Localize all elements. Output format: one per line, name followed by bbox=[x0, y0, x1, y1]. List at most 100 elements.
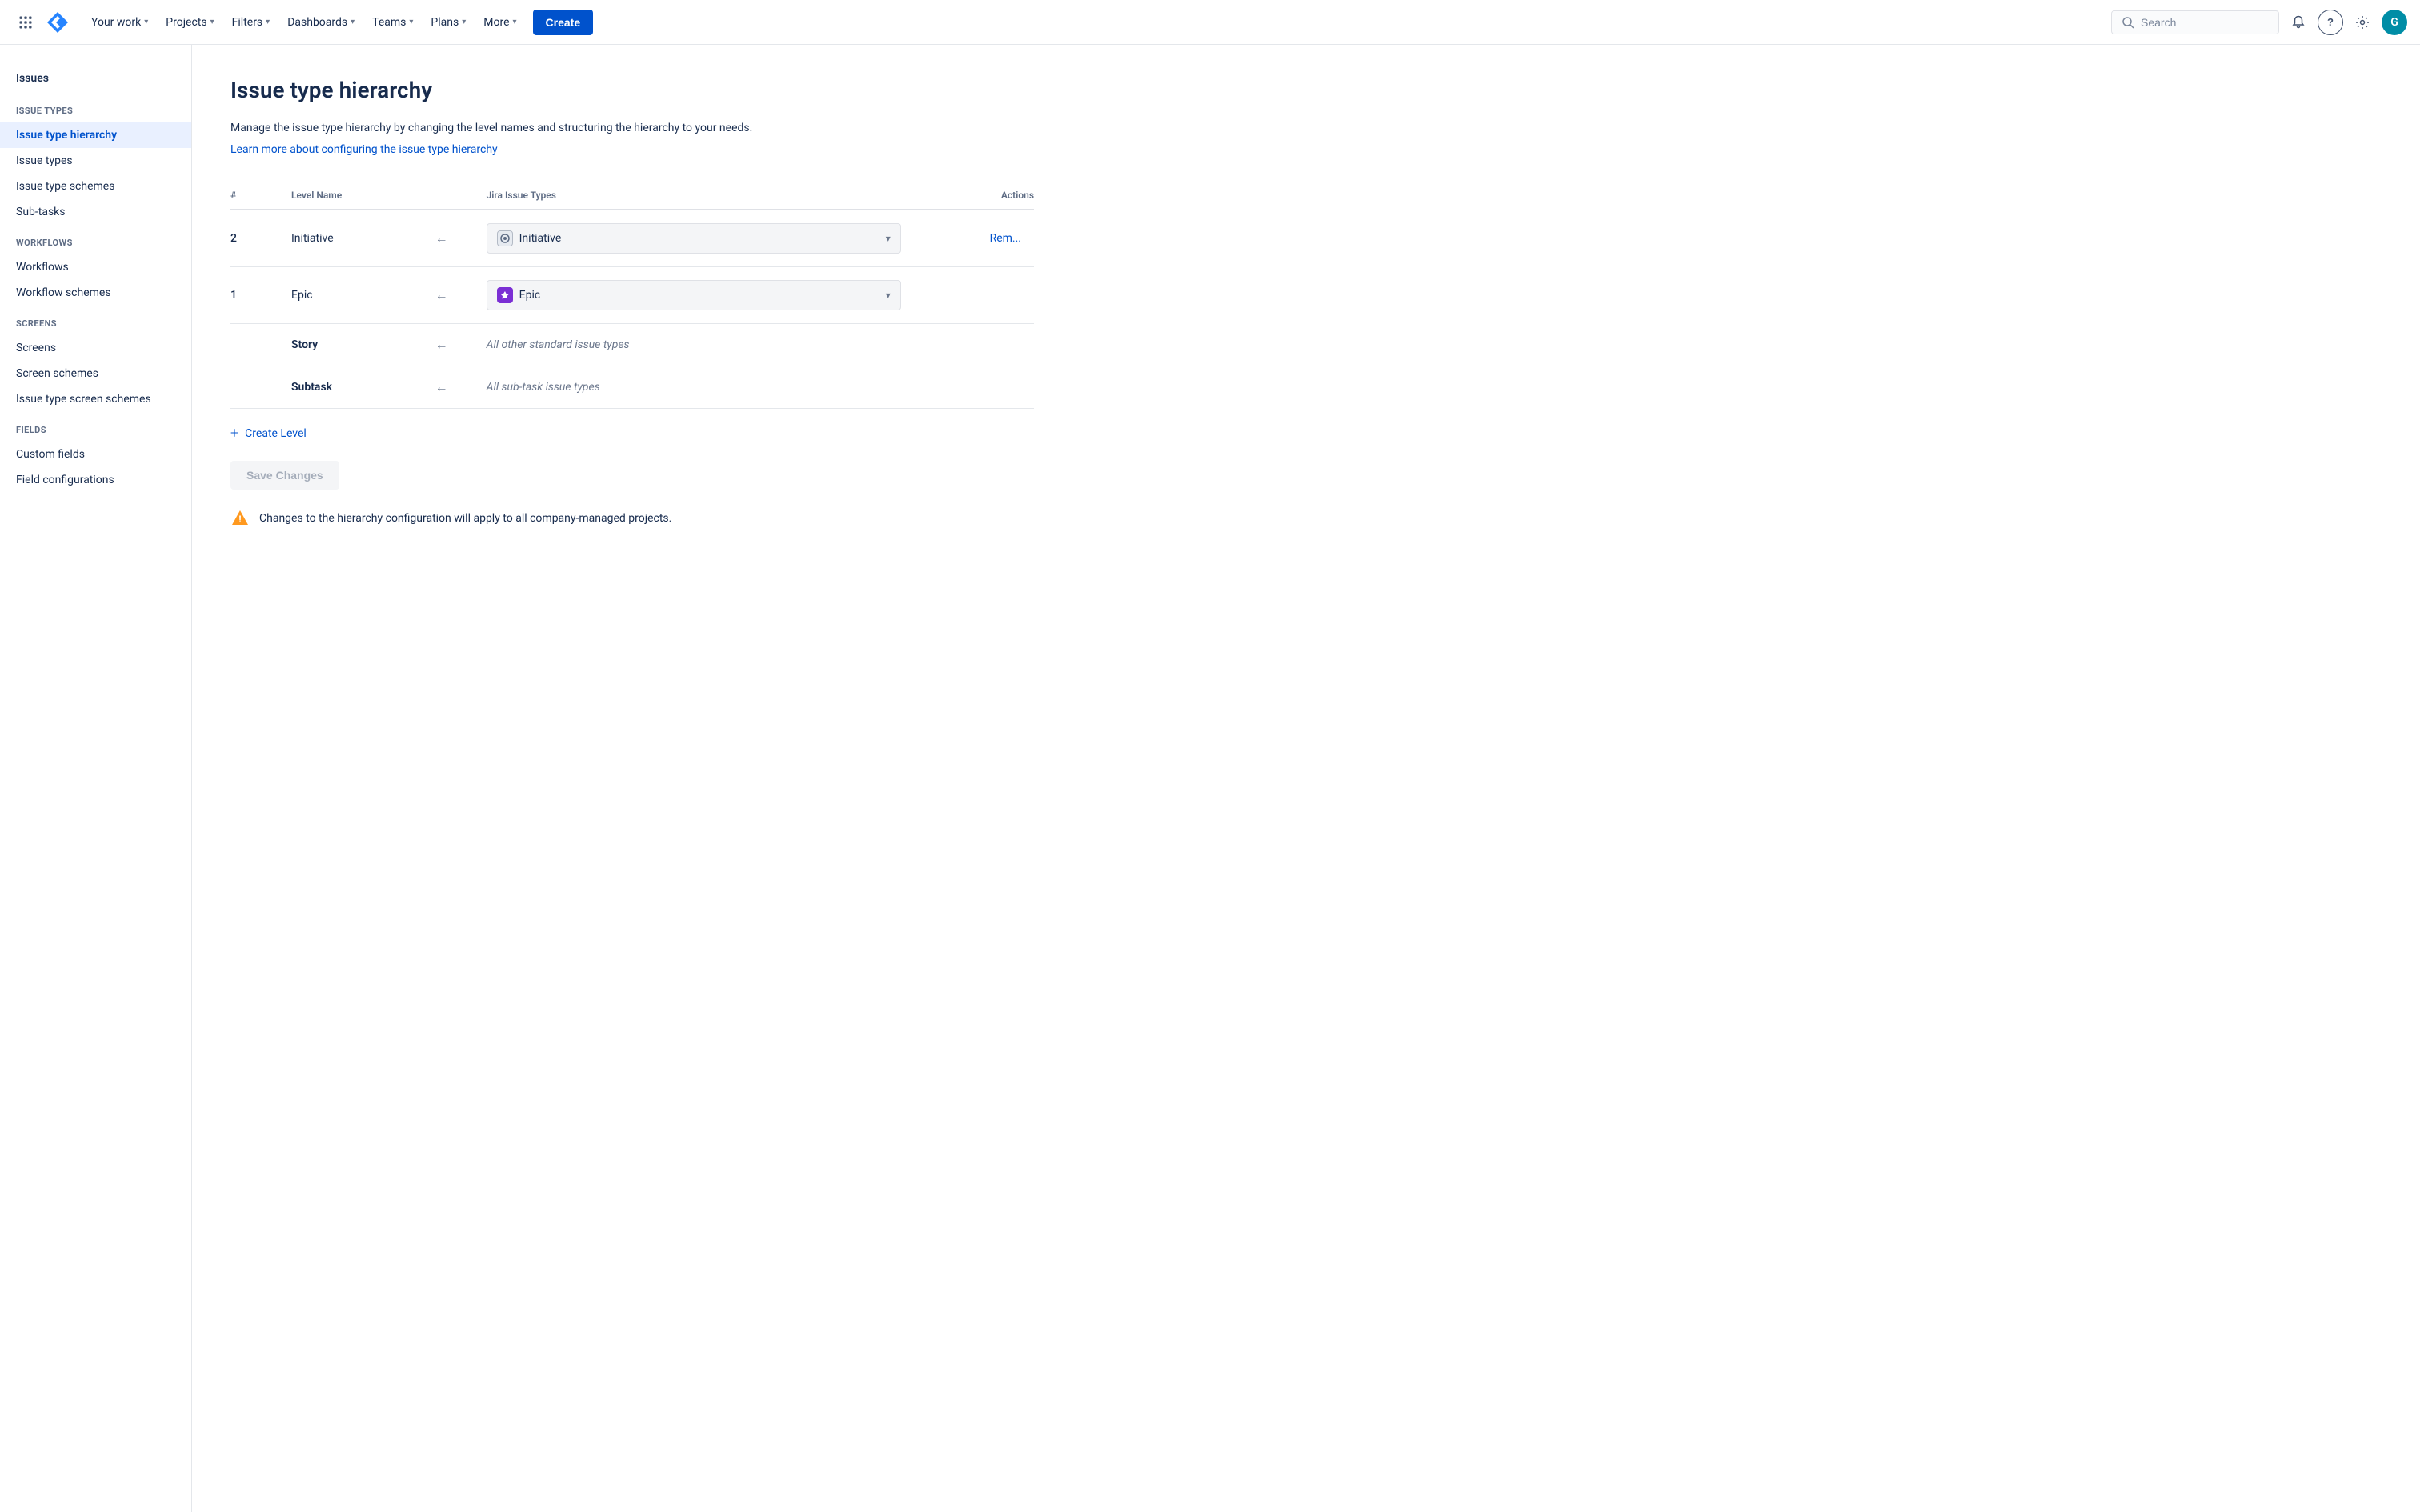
sidebar-item-issue-types[interactable]: Issue types bbox=[0, 148, 191, 174]
row-number: 1 bbox=[230, 267, 278, 324]
sidebar-item-workflow-schemes[interactable]: Workflow schemes bbox=[0, 280, 191, 306]
grid-menu-icon[interactable] bbox=[13, 10, 38, 35]
col-header-number: # bbox=[230, 182, 278, 210]
chevron-down-icon: ▾ bbox=[409, 18, 413, 26]
table-row: 2 Initiative ← Initiative ▾ Rem... bbox=[230, 210, 1034, 267]
issue-type-cell: Epic ▾ bbox=[474, 267, 914, 324]
notifications-icon[interactable] bbox=[2286, 10, 2311, 35]
actions-cell bbox=[914, 366, 1034, 409]
app-layout: Issues ISSUE TYPESIssue type hierarchyIs… bbox=[0, 45, 2420, 1512]
jira-logo[interactable] bbox=[45, 10, 70, 35]
issue-type-placeholder: All sub-task issue types bbox=[487, 381, 600, 394]
initiative-type-icon bbox=[497, 230, 513, 246]
left-arrow-icon: ← bbox=[423, 230, 461, 246]
issue-type-label: Initiative bbox=[519, 232, 562, 245]
nav-teams[interactable]: Teams ▾ bbox=[364, 11, 421, 34]
table-row: 1Epic←Epic▾ bbox=[230, 267, 1034, 324]
warning-text: Changes to the hierarchy configuration w… bbox=[259, 512, 671, 525]
sidebar-item-screen-schemes[interactable]: Screen schemes bbox=[0, 361, 191, 386]
actions-cell bbox=[914, 324, 1034, 366]
sidebar-item-issue-type-hierarchy[interactable]: Issue type hierarchy bbox=[0, 122, 191, 148]
hierarchy-table-body: 2Initiative←Initiative▾Rem...1Epic←Epic▾… bbox=[230, 210, 1034, 409]
create-button[interactable]: Create bbox=[533, 10, 594, 35]
hierarchy-table: # Level Name Jira Issue Types Actions 2I… bbox=[230, 182, 1034, 409]
sidebar-item-custom-fields[interactable]: Custom fields bbox=[0, 442, 191, 467]
nav-more[interactable]: More ▾ bbox=[475, 11, 524, 34]
chevron-down-icon: ▾ bbox=[266, 18, 270, 26]
level-name-cell: Story bbox=[278, 324, 410, 366]
search-icon bbox=[2122, 16, 2134, 29]
nav-plans[interactable]: Plans ▾ bbox=[423, 11, 474, 34]
level-name-cell: Subtask bbox=[278, 366, 410, 409]
search-input[interactable] bbox=[2141, 16, 2269, 29]
row-number bbox=[230, 366, 278, 409]
left-arrow-icon: ← bbox=[423, 287, 461, 302]
level-name-cell: Initiative bbox=[278, 210, 410, 267]
topnav-right: ? G bbox=[2111, 10, 2407, 35]
level-name-cell: Epic bbox=[278, 267, 410, 324]
settings-icon[interactable] bbox=[2350, 10, 2375, 35]
sidebar-section-title: ISSUE TYPES bbox=[0, 93, 191, 122]
table-row: Subtask← All sub-task issue types bbox=[230, 366, 1034, 409]
chevron-down-icon: ▾ bbox=[144, 18, 148, 26]
select-chevron-icon: ▾ bbox=[886, 290, 891, 301]
arrow-cell: ← bbox=[410, 366, 474, 409]
issue-type-placeholder: All other standard issue types bbox=[487, 338, 630, 351]
table-row: Story ← All other standard issue types bbox=[230, 324, 1034, 366]
sidebar-sections: ISSUE TYPESIssue type hierarchyIssue typ… bbox=[0, 93, 191, 493]
col-header-level-name: Level Name bbox=[278, 182, 410, 210]
remove-action-link[interactable]: Rem... bbox=[977, 232, 1021, 245]
learn-more-link[interactable]: Learn more about configuring the issue t… bbox=[230, 143, 498, 156]
warning-icon: ! bbox=[230, 509, 250, 528]
issue-type-cell: All other standard issue types bbox=[474, 324, 914, 366]
user-avatar[interactable]: G bbox=[2382, 10, 2407, 35]
create-level-button[interactable]: + Create Level bbox=[230, 409, 1034, 448]
issue-type-select[interactable]: Initiative ▾ bbox=[487, 223, 901, 254]
arrow-cell: ← bbox=[410, 267, 474, 324]
level-name: Initiative bbox=[291, 232, 334, 245]
sidebar-section-title: WORKFLOWS bbox=[0, 225, 191, 254]
sidebar-section-title: FIELDS bbox=[0, 412, 191, 442]
sidebar: Issues ISSUE TYPESIssue type hierarchyIs… bbox=[0, 45, 192, 1512]
actions-cell bbox=[914, 267, 1034, 324]
col-header-jira-issue-types: Jira Issue Types bbox=[474, 182, 914, 210]
sidebar-item-issue-type-schemes[interactable]: Issue type schemes bbox=[0, 174, 191, 199]
create-level-label: Create Level bbox=[245, 427, 307, 440]
chevron-down-icon: ▾ bbox=[462, 18, 466, 26]
svg-text:!: ! bbox=[238, 514, 241, 525]
sidebar-item-issue-type-screen-schemes[interactable]: Issue type screen schemes bbox=[0, 386, 191, 412]
arrow-cell: ← bbox=[410, 210, 474, 267]
sidebar-item-sub-tasks[interactable]: Sub-tasks bbox=[0, 199, 191, 225]
select-chevron-icon: ▾ bbox=[886, 233, 891, 244]
main-content: Issue type hierarchy Manage the issue ty… bbox=[192, 45, 1072, 1512]
epic-type-icon bbox=[497, 287, 513, 303]
sidebar-item-field-configurations[interactable]: Field configurations bbox=[0, 467, 191, 493]
row-number bbox=[230, 324, 278, 366]
chevron-down-icon: ▾ bbox=[210, 18, 214, 26]
warning-box: ! Changes to the hierarchy configuration… bbox=[230, 509, 1034, 528]
arrow-cell: ← bbox=[410, 324, 474, 366]
sidebar-item-workflows[interactable]: Workflows bbox=[0, 254, 191, 280]
level-name: Story bbox=[291, 338, 318, 351]
search-box[interactable] bbox=[2111, 10, 2279, 34]
nav-projects[interactable]: Projects ▾ bbox=[158, 11, 222, 34]
page-title: Issue type hierarchy bbox=[230, 77, 1034, 103]
sidebar-item-screens[interactable]: Screens bbox=[0, 335, 191, 361]
row-number: 2 bbox=[230, 210, 278, 267]
plus-icon: + bbox=[230, 425, 238, 442]
save-changes-button[interactable]: Save Changes bbox=[230, 461, 339, 490]
issue-type-cell: Initiative ▾ bbox=[474, 210, 914, 267]
nav-filters[interactable]: Filters ▾ bbox=[224, 11, 278, 34]
actions-cell: Rem... bbox=[914, 210, 1034, 267]
top-navigation: Your work ▾ Projects ▾ Filters ▾ Dashboa… bbox=[0, 0, 2420, 45]
help-icon[interactable]: ? bbox=[2318, 10, 2343, 35]
col-header-actions: Actions bbox=[914, 182, 1034, 210]
nav-your-work[interactable]: Your work ▾ bbox=[83, 11, 156, 34]
chevron-down-icon: ▾ bbox=[513, 18, 517, 26]
col-header-spacer bbox=[410, 182, 474, 210]
issue-type-select[interactable]: Epic ▾ bbox=[487, 280, 901, 310]
sidebar-top-item-issues[interactable]: Issues bbox=[0, 64, 191, 93]
nav-dashboards[interactable]: Dashboards ▾ bbox=[279, 11, 363, 34]
nav-items: Your work ▾ Projects ▾ Filters ▾ Dashboa… bbox=[83, 10, 2108, 35]
issue-type-label: Epic bbox=[519, 289, 541, 302]
